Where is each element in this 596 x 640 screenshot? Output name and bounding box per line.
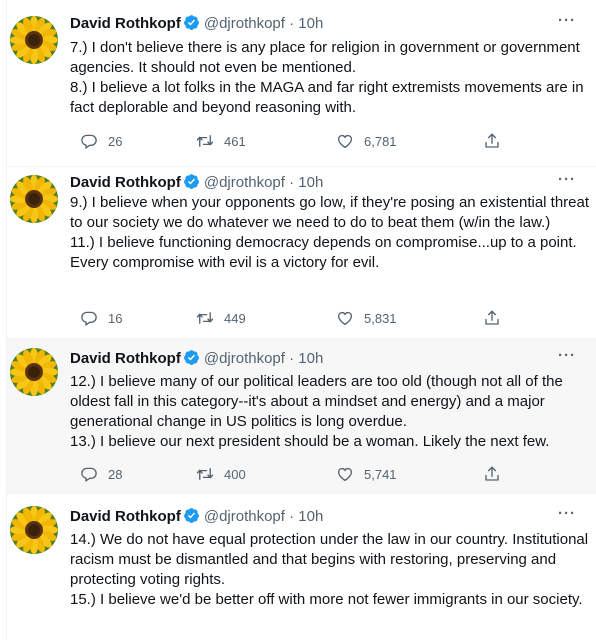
- share-button[interactable]: [483, 308, 511, 328]
- tweet[interactable]: David Rothkopf @djrothkopf · 10h ··· 9.) …: [7, 167, 596, 339]
- like-count: 5,831: [364, 310, 397, 326]
- more-icon[interactable]: ···: [557, 172, 577, 193]
- verified-badge-icon: [183, 349, 200, 366]
- retweet-icon: [196, 468, 214, 480]
- tweet-text: 14.) We do not have equal protection und…: [70, 531, 589, 608]
- timeline-rail: [0, 0, 7, 640]
- verified-badge-icon: [183, 507, 200, 524]
- sunflower-avatar[interactable]: [10, 348, 58, 396]
- tweet-age[interactable]: 10h: [298, 350, 323, 367]
- sunflower-avatar[interactable]: [10, 175, 58, 223]
- retweet-count: 449: [224, 310, 246, 326]
- tweet-actions: 28 400 5,741: [70, 464, 550, 484]
- author-handle[interactable]: @djrothkopf: [204, 350, 285, 367]
- tweet-text: 9.) I believe when your opponents go low…: [70, 194, 590, 271]
- tweet-age[interactable]: 10h: [298, 15, 323, 32]
- author-handle[interactable]: @djrothkopf: [204, 174, 285, 191]
- like-button[interactable]: 6,781: [336, 131, 397, 151]
- tweet-text: 7.) I don't believe there is any place f…: [70, 39, 584, 116]
- tweet-header: David Rothkopf @djrothkopf · 10h: [70, 349, 323, 369]
- share-icon: [485, 466, 499, 481]
- reply-icon: [81, 467, 97, 482]
- tweet-text: 12.) I believe many of our political lea…: [70, 373, 563, 450]
- reply-count: 28: [108, 466, 123, 482]
- author-handle[interactable]: @djrothkopf: [204, 508, 285, 525]
- retweet-count: 400: [224, 466, 246, 482]
- like-button[interactable]: 5,741: [336, 464, 397, 484]
- sunflower-avatar[interactable]: [10, 16, 58, 64]
- sunflower-avatar[interactable]: [10, 506, 58, 554]
- reply-icon: [81, 134, 97, 149]
- like-count: 6,781: [364, 133, 397, 149]
- retweet-count: 461: [224, 133, 246, 149]
- share-button[interactable]: [483, 131, 511, 151]
- tweet[interactable]: David Rothkopf @djrothkopf · 10h ··· 14.)…: [7, 494, 596, 640]
- share-button[interactable]: [483, 464, 511, 484]
- share-icon: [485, 310, 499, 325]
- share-icon: [485, 133, 499, 148]
- author-name[interactable]: David Rothkopf: [70, 350, 181, 367]
- author-name[interactable]: David Rothkopf: [70, 15, 181, 32]
- reply-count: 16: [108, 310, 123, 326]
- tweet-actions: 26 461 6,781: [70, 131, 550, 151]
- like-icon: [337, 134, 353, 149]
- author-name[interactable]: David Rothkopf: [70, 508, 181, 525]
- verified-badge-icon: [183, 173, 200, 190]
- more-icon[interactable]: ···: [557, 348, 577, 369]
- retweet-button[interactable]: 461: [196, 131, 246, 151]
- retweet-button[interactable]: 449: [196, 308, 246, 328]
- more-icon[interactable]: ···: [557, 13, 577, 34]
- reply-button[interactable]: 26: [80, 131, 122, 151]
- verified-badge-icon: [183, 14, 200, 31]
- like-count: 5,741: [364, 466, 397, 482]
- reply-icon: [81, 311, 97, 326]
- reply-button[interactable]: 28: [80, 464, 122, 484]
- more-icon[interactable]: ···: [557, 506, 577, 527]
- like-icon: [337, 311, 353, 326]
- tweet-header: David Rothkopf @djrothkopf · 10h: [70, 507, 323, 527]
- tweet[interactable]: David Rothkopf @djrothkopf · 10h ··· 12.)…: [7, 339, 596, 494]
- retweet-icon: [196, 135, 214, 147]
- reply-count: 26: [108, 133, 123, 149]
- tweet-age[interactable]: 10h: [298, 508, 323, 525]
- like-button[interactable]: 5,831: [336, 308, 397, 328]
- author-handle[interactable]: @djrothkopf: [204, 15, 285, 32]
- tweet[interactable]: David Rothkopf @djrothkopf · 10h ··· 7.) …: [7, 0, 596, 167]
- tweet-header: David Rothkopf @djrothkopf · 10h: [70, 173, 323, 193]
- retweet-button[interactable]: 400: [196, 464, 246, 484]
- reply-button[interactable]: 16: [80, 308, 122, 328]
- tweet-actions: 16 449 5,831: [70, 308, 550, 328]
- tweet-header: David Rothkopf @djrothkopf · 10h: [70, 14, 323, 34]
- author-name[interactable]: David Rothkopf: [70, 174, 181, 191]
- tweet-age[interactable]: 10h: [298, 174, 323, 191]
- like-icon: [337, 467, 353, 482]
- retweet-icon: [196, 312, 214, 324]
